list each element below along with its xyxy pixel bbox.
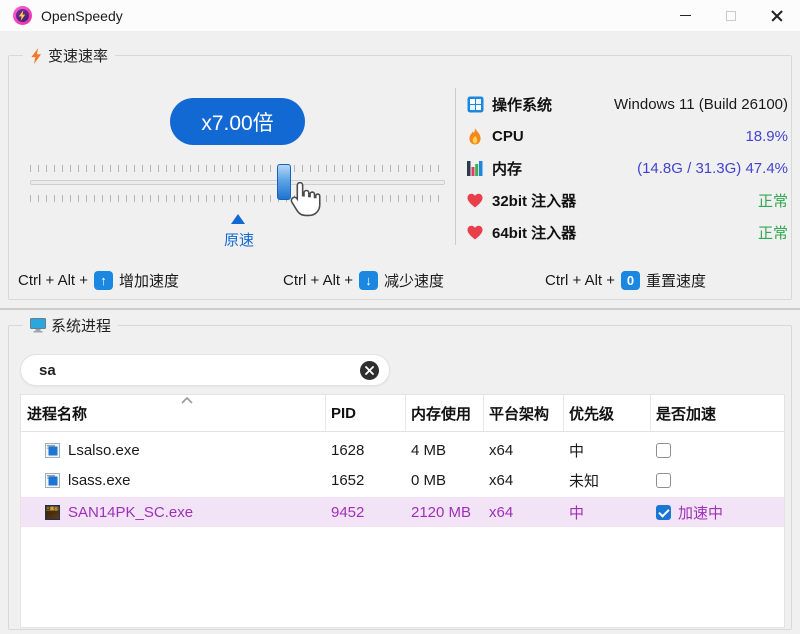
shortcut-reset-speed: Ctrl + Alt + 0 重置速度 <box>545 271 707 290</box>
minimize-button[interactable] <box>662 0 708 31</box>
accelerate-checkbox-checked[interactable] <box>656 504 671 520</box>
app-logo-icon <box>13 6 32 25</box>
accelerate-checkbox[interactable] <box>656 472 671 488</box>
maximize-icon <box>726 10 736 21</box>
process-pid: 1652 <box>331 471 365 489</box>
injector32-status: 正常 <box>757 192 788 210</box>
info-row-os: 操作系统 Windows 11 (Build 26100) <box>466 88 788 120</box>
shortcut-decrease-speed: Ctrl + Alt + ↓ 减少速度 <box>283 271 445 290</box>
process-name: lsass.exe <box>68 471 131 489</box>
process-priority: 未知 <box>569 472 600 490</box>
process-priority: 中 <box>569 504 585 522</box>
system-info-panel: 操作系统 Windows 11 (Build 26100) CPU 18.9% … <box>466 88 788 248</box>
process-search-input[interactable] <box>39 361 360 379</box>
injector64-status: 正常 <box>757 224 788 242</box>
close-icon <box>771 10 783 22</box>
base-speed-marker-icon <box>231 214 245 224</box>
info-row-cpu: CPU 18.9% <box>466 120 788 152</box>
process-search-box <box>20 354 390 386</box>
col-header-arch[interactable]: 平台架构 <box>484 395 564 431</box>
table-row[interactable]: Lsalso.exe 1628 4 MB x64 中 <box>21 435 784 465</box>
shortcut-increase-speed: Ctrl + Alt + ↑ 增加速度 <box>18 271 180 290</box>
process-arch: x64 <box>489 503 514 521</box>
process-arch: x64 <box>489 441 514 459</box>
memory-value: (14.8G / 31.3G) 47.4% <box>637 159 788 177</box>
accelerating-badge: 加速中 <box>678 504 724 522</box>
col-header-memory[interactable]: 内存使用 <box>406 395 484 431</box>
clear-search-icon[interactable] <box>360 360 379 380</box>
process-window-icon <box>45 442 60 458</box>
table-row-accelerated[interactable]: 三國志14PK SAN14PK_SC.exe 9452 2120 MB x64 … <box>21 497 784 527</box>
process-memory: 2120 MB <box>411 503 472 521</box>
process-arch: x64 <box>489 471 514 489</box>
process-pid: 9452 <box>331 503 365 521</box>
memory-chart-icon <box>466 160 484 176</box>
zero-key-icon: 0 <box>621 271 641 290</box>
game-app-icon: 三國志14PK <box>45 504 60 520</box>
base-speed-label: 原速 <box>223 232 254 249</box>
slider-ticks-top <box>30 165 445 172</box>
process-window-icon <box>45 472 60 488</box>
cpu-flame-icon <box>466 127 484 145</box>
title-bar: OpenSpeedy <box>0 0 800 31</box>
os-value: Windows 11 (Build 26100) <box>614 95 788 113</box>
col-header-pid[interactable]: PID <box>326 395 406 431</box>
col-header-priority[interactable]: 优先级 <box>564 395 651 431</box>
col-header-process-name[interactable]: 进程名称 <box>21 395 326 431</box>
heart-icon <box>466 225 484 240</box>
panel-divider <box>455 88 456 245</box>
process-memory: 0 MB <box>411 471 447 489</box>
speed-slider-track[interactable] <box>30 180 445 185</box>
arrow-up-key-icon: ↑ <box>94 271 114 290</box>
speed-slider-handle[interactable] <box>277 164 291 200</box>
monitor-icon <box>30 318 46 333</box>
arrow-down-key-icon: ↓ <box>359 271 379 290</box>
slider-ticks-bottom <box>30 195 445 202</box>
info-row-memory: 内存 (14.8G / 31.3G) 47.4% <box>466 152 788 184</box>
maximize-button[interactable] <box>708 0 754 31</box>
process-table: 进程名称 PID 内存使用 平台架构 优先级 是否加速 Lsalso.exe 1… <box>20 394 785 628</box>
close-button[interactable] <box>754 0 800 31</box>
window-title: OpenSpeedy <box>41 7 123 24</box>
cpu-value: 18.9% <box>745 127 788 145</box>
table-header-row: 进程名称 PID 内存使用 平台架构 优先级 是否加速 <box>21 395 784 432</box>
process-memory: 4 MB <box>411 441 447 459</box>
openspeedy-window: OpenSpeedy 变速速率 x7.00倍 原速 操作系统 Windows 1… <box>0 0 800 634</box>
accelerate-checkbox[interactable] <box>656 442 671 458</box>
process-pid: 1628 <box>331 441 365 459</box>
heart-icon <box>466 193 484 208</box>
minimize-icon <box>679 15 691 16</box>
speed-rate-group-label: 变速速率 <box>23 45 116 66</box>
table-row[interactable]: lsass.exe 1652 0 MB x64 未知 <box>21 465 784 495</box>
section-splitter[interactable] <box>0 308 800 310</box>
speed-multiplier-badge: x7.00倍 <box>170 98 305 145</box>
system-process-group-label: 系统进程 <box>23 315 119 336</box>
lightning-icon <box>31 47 42 64</box>
process-name: Lsalso.exe <box>68 441 140 459</box>
info-row-injector64: 64bit 注入器 正常 <box>466 216 788 248</box>
process-name: SAN14PK_SC.exe <box>68 503 194 521</box>
process-priority: 中 <box>569 442 585 460</box>
os-window-icon <box>466 96 484 113</box>
info-row-injector32: 32bit 注入器 正常 <box>466 184 788 216</box>
col-header-accelerate[interactable]: 是否加速 <box>651 395 784 431</box>
